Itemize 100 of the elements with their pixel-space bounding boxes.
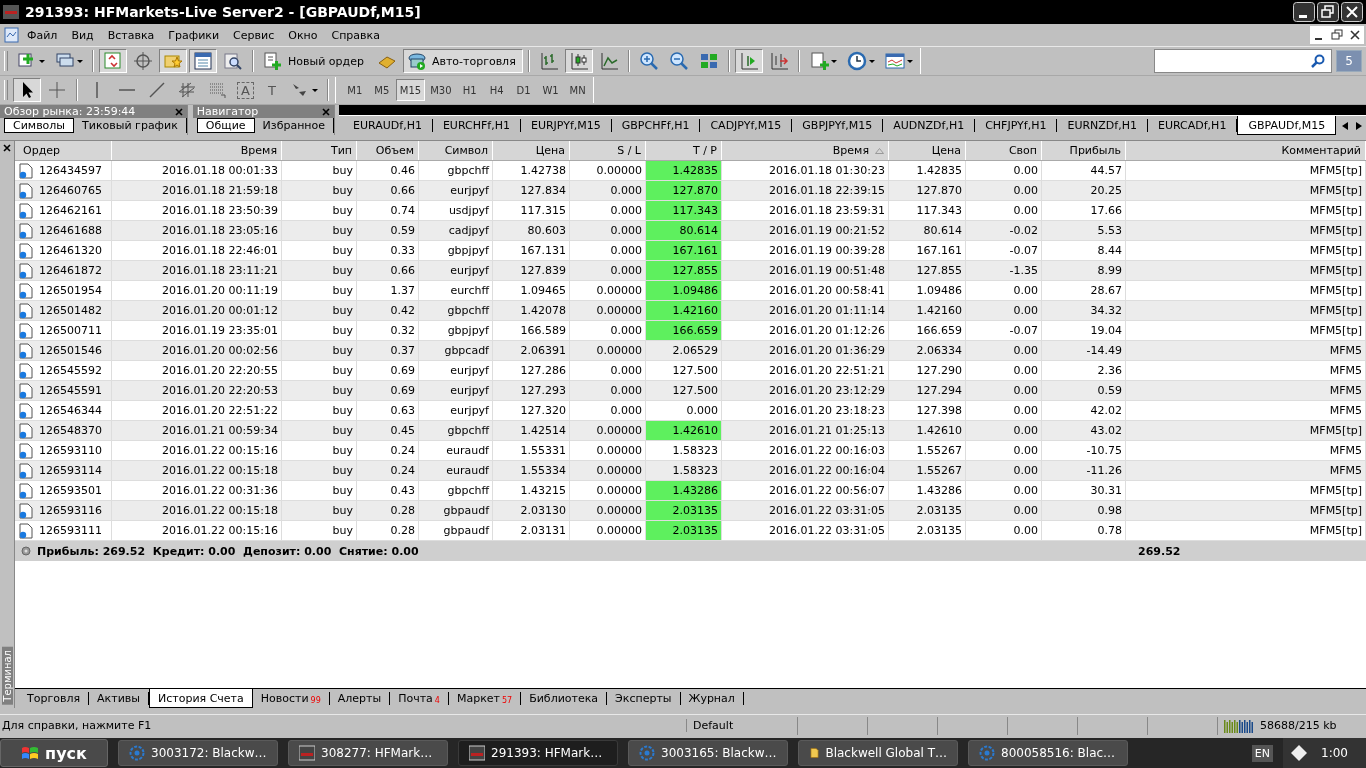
table-row[interactable]: 126593114 2016.01.22 00:15:18 buy 0.24 euraudf 1.55334 0.00000 1.58323 2016.01.22 00:16:04 1.55267 0.00 -11.26 MFM5 <box>15 461 1366 481</box>
tab[interactable]: Тиковый график <box>74 118 187 133</box>
menu-item[interactable]: Справка <box>324 28 387 42</box>
tab[interactable]: Торговля <box>19 692 90 705</box>
table-row[interactable]: 126548370 2016.01.21 00:59:34 buy 0.45 gbpchff 1.42514 0.00000 1.42610 2016.01.21 01:25:13 1.42610 0.00 43.02 MFM5[tp] <box>15 421 1366 441</box>
column-header[interactable]: Тип <box>282 141 357 160</box>
table-row[interactable]: 126462161 2016.01.18 23:50:39 buy 0.74 usdjpyf 117.315 0.000 117.343 2016.01.18 23:59:31 117.343 0.00 17.66 MFM5[tp] <box>15 201 1366 221</box>
tab[interactable]: Общие <box>196 118 255 133</box>
taskbar-button[interactable]: 800058516: Blac… <box>968 740 1128 766</box>
tab[interactable]: Эксперты <box>607 692 681 705</box>
table-cell: 126545591 <box>39 384 102 397</box>
close-icon[interactable] <box>174 107 183 116</box>
table-row[interactable]: 126501482 2016.01.20 00:01:12 buy 0.42 gbpchff 1.42078 0.00000 1.42160 2016.01.20 01:11:14 1.42160 0.00 34.32 MFM5[tp] <box>15 301 1366 321</box>
chart-tab[interactable]: EURNZDf,H1 <box>1057 119 1148 132</box>
taskbar-button[interactable]: 3003172: Blackw… <box>118 740 278 766</box>
column-header[interactable]: Объем <box>357 141 419 160</box>
column-header[interactable]: Время <box>112 141 282 160</box>
timeframe-button[interactable]: H1 <box>456 79 483 101</box>
timeframe-button[interactable]: W1 <box>537 79 564 101</box>
timeframe-button[interactable]: D1 <box>510 79 537 101</box>
chart-tab[interactable]: AUDNZDf,H1 <box>883 119 976 132</box>
minimize-button[interactable] <box>1293 2 1315 22</box>
toolbar-button[interactable]: T <box>259 78 284 102</box>
chart-tab[interactable]: GBPJPYf,M15 <box>792 119 884 132</box>
table-cell: 126461688 <box>39 224 102 237</box>
timeframe-button[interactable]: M1 <box>341 79 368 101</box>
table-row[interactable]: 126434597 2016.01.18 00:01:33 buy 0.46 gbpchff 1.42738 0.00000 1.42835 2016.01.18 01:30:23 1.42835 0.00 44.57 MFM5[tp] <box>15 161 1366 181</box>
line-chart-icon <box>598 51 619 71</box>
table-row[interactable]: 126501546 2016.01.20 00:02:56 buy 0.37 gbpcadf 2.06391 0.00000 2.06529 2016.01.20 01:36:29 2.06334 0.00 -14.49 MFM5 <box>15 341 1366 361</box>
diamond-icon[interactable] <box>1291 745 1308 761</box>
menu-item[interactable]: Вставка <box>100 28 162 42</box>
tab[interactable]: Новости 99 <box>252 692 330 705</box>
table-row[interactable]: 126460765 2016.01.18 21:59:18 buy 0.66 eurjpyf 127.834 0.000 127.870 2016.01.18 22:39:15 127.870 0.00 20.25 MFM5[tp] <box>15 181 1366 201</box>
document-icon <box>19 322 33 339</box>
tab[interactable]: Избранное <box>254 118 335 133</box>
column-header[interactable]: S / L <box>570 141 646 160</box>
close-icon[interactable] <box>3 144 11 152</box>
column-header[interactable]: Ордер <box>15 141 112 160</box>
table-row[interactable]: 126461872 2016.01.18 23:11:21 buy 0.66 eurjpyf 127.839 0.000 127.855 2016.01.19 00:51:48 127.855 -1.35 8.99 MFM5[tp] <box>15 261 1366 281</box>
taskbar-button[interactable]: 3003165: Blackw… <box>628 740 788 766</box>
restore-button[interactable] <box>1317 2 1339 22</box>
chart-tab[interactable]: CADJPYf,M15 <box>700 119 793 132</box>
tab[interactable]: Маркет 57 <box>448 692 522 705</box>
tab[interactable]: Символы <box>4 118 75 133</box>
chart-tab[interactable]: GBPAUDf,M15 <box>1237 116 1337 135</box>
toolbar-button[interactable] <box>564 49 593 73</box>
search-field[interactable] <box>1154 49 1332 73</box>
chart-tab[interactable]: EURCHFf,H1 <box>432 119 521 132</box>
table-row[interactable]: 126593501 2016.01.22 00:31:36 buy 0.43 gbpchff 1.43215 0.00000 1.43286 2016.01.22 00:56:07 1.43286 0.00 30.31 MFM5[tp] <box>15 481 1366 501</box>
tab[interactable]: История Счета <box>149 689 253 708</box>
close-button[interactable] <box>1341 2 1363 22</box>
menu-item[interactable]: Файл <box>20 28 65 42</box>
table-row[interactable]: 126461320 2016.01.18 22:46:01 buy 0.33 gbpjpyf 167.131 0.000 167.161 2016.01.19 00:39:28 167.161 -0.07 8.44 MFM5[tp] <box>15 241 1366 261</box>
timeframe-button[interactable]: MN <box>564 79 591 101</box>
menu-item[interactable]: Графики <box>161 28 227 42</box>
scroll-left-icon[interactable] <box>1342 121 1349 130</box>
close-icon[interactable] <box>322 107 331 116</box>
column-header[interactable]: Цена <box>889 141 966 160</box>
timeframe-button[interactable]: H4 <box>483 79 510 101</box>
column-header[interactable]: T / P <box>646 141 722 160</box>
table-row[interactable]: 126545591 2016.01.20 22:20:53 buy 0.69 eurjpyf 127.293 0.000 127.500 2016.01.20 23:12:29 127.294 0.00 0.59 MFM5 <box>15 381 1366 401</box>
menu-item[interactable]: Сервис <box>226 28 282 42</box>
table-row[interactable]: 126501954 2016.01.20 00:11:19 buy 1.37 eurchff 1.09465 0.00000 1.09486 2016.01.20 00:58:41 1.09486 0.00 28.67 MFM5[tp] <box>15 281 1366 301</box>
table-row[interactable]: 126546344 2016.01.20 22:51:22 buy 0.63 eurjpyf 127.320 0.000 0.000 2016.01.20 23:18:23 127.398 0.00 42.02 MFM5 <box>15 401 1366 421</box>
fibonacci-icon <box>207 80 227 100</box>
column-header[interactable]: Своп <box>966 141 1042 160</box>
taskbar-button[interactable]: 291393: HFMark… <box>458 740 618 766</box>
column-header[interactable]: Прибыль <box>1042 141 1126 160</box>
table-row[interactable]: 126593116 2016.01.22 00:15:18 buy 0.28 gbpaudf 2.03130 0.00000 2.03135 2016.01.22 03:31:05 2.03135 0.00 0.98 MFM5[tp] <box>15 501 1366 521</box>
column-header[interactable]: Время <box>722 141 889 160</box>
chart-tab[interactable]: EURAUDf,H1 <box>343 119 433 132</box>
table-row[interactable]: 126593110 2016.01.22 00:15:16 buy 0.24 euraudf 1.55331 0.00000 1.58323 2016.01.22 00:16:03 1.55267 0.00 -10.75 MFM5 <box>15 441 1366 461</box>
tab[interactable]: Библиотека <box>521 692 608 705</box>
tab[interactable]: Активы <box>89 692 149 705</box>
column-header[interactable]: Цена <box>493 141 570 160</box>
chart-tab[interactable]: EURJPYf,M15 <box>520 119 612 132</box>
taskbar-button[interactable]: 308277: HFMark… <box>288 740 448 766</box>
tab[interactable]: Почта 4 <box>390 692 449 705</box>
language-indicator[interactable]: EN <box>1251 744 1274 762</box>
chart-tab[interactable]: GBPCHFf,H1 <box>611 119 701 132</box>
tab[interactable]: Алерты <box>329 692 391 705</box>
toolbar-button[interactable] <box>13 78 41 102</box>
timeframe-button[interactable]: M15 <box>395 79 426 101</box>
scroll-right-icon[interactable] <box>1356 121 1363 130</box>
table-row[interactable]: 126461688 2016.01.18 23:05:16 buy 0.59 cadjpyf 80.603 0.000 80.614 2016.01.19 00:21:52 80.614 -0.02 5.53 MFM5[tp] <box>15 221 1366 241</box>
column-header[interactable]: Символ <box>419 141 493 160</box>
toggle-button[interactable]: Авто-торговля <box>402 49 523 73</box>
table-row[interactable]: 126500711 2016.01.19 23:35:01 buy 0.32 gbpjpyf 166.589 0.000 166.659 2016.01.20 01:12:26 166.659 -0.07 19.04 MFM5[tp] <box>15 321 1366 341</box>
chart-tab[interactable]: CHFJPYf,H1 <box>975 119 1058 132</box>
table-row[interactable]: 126545592 2016.01.20 22:20:55 buy 0.69 eurjpyf 127.286 0.000 127.500 2016.01.20 22:51:21 127.290 0.00 2.36 MFM5 <box>15 361 1366 381</box>
menu-item[interactable]: Окно <box>281 28 325 42</box>
timeframe-button[interactable]: M5 <box>368 79 395 101</box>
menu-item[interactable]: Вид <box>64 28 101 42</box>
taskbar-button[interactable]: Blackwell Global T… <box>798 740 958 766</box>
tab[interactable]: Журнал <box>680 692 744 705</box>
start-button[interactable]: пуск <box>0 739 108 767</box>
timeframe-button[interactable]: M30 <box>426 79 456 101</box>
column-header[interactable]: Комментарий <box>1126 141 1366 160</box>
table-row[interactable]: 126593111 2016.01.22 00:15:16 buy 0.28 gbpaudf 2.03131 0.00000 2.03135 2016.01.22 03:31:05 2.03135 0.00 0.78 MFM5[tp] <box>15 521 1366 541</box>
toolbar-button[interactable]: Новый ордер <box>259 49 371 73</box>
